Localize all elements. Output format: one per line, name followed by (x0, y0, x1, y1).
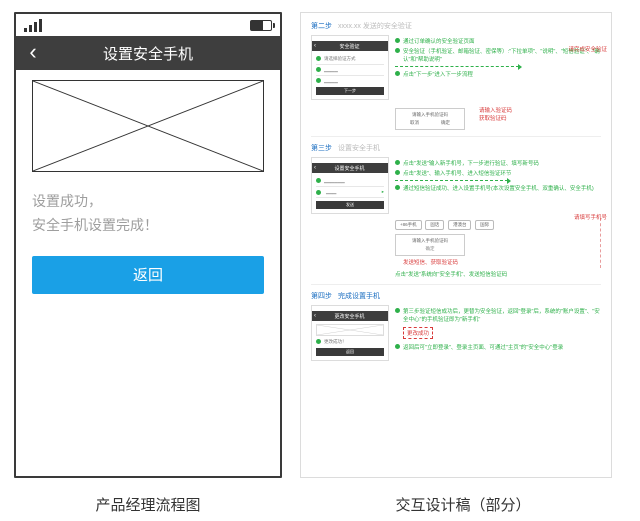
step-label: 第二步 (311, 23, 332, 30)
mini-success-label: 更改成功！ (324, 339, 347, 344)
notes-3: 第三步验证短信成功后，更替为安全验证，返回"登录"后，系统的"账户设置"、"安全… (395, 305, 601, 361)
interaction-spec-panel: 第二步 xxxx.xx 发送的安全验证 ‹ 安全验证 请选择验证方式 ▁▁▁▁ … (300, 12, 612, 478)
mini-phone-2: ‹ 设置安全手机 ▁▁▁▁▁▁ ▁▁▁▸ 发送 (311, 157, 389, 214)
phone-wireframe: ‹ 设置安全手机 设置成功， 安全手机设置完成！ 返回 (14, 12, 282, 478)
mini-title-text: 安全验证 (339, 43, 359, 50)
mini-title-text: 设置安全手机 (334, 165, 364, 172)
modal-ok: 确定 (441, 120, 450, 126)
pill-option: +86手机 (395, 220, 422, 230)
note-text: 通过短信验证成功、进入设置手机号(本次设置安全手机、双重确认、安全手机) (403, 184, 594, 192)
spec-heading-3: 第四步 完成设置手机 (311, 291, 601, 301)
success-message: 设置成功， 安全手机设置完成！ (32, 190, 264, 238)
captions: 产品经理流程图 交互设计稿（部分） (0, 494, 640, 515)
mini-modal-1: 请输入手机验证码 取消 确定 (395, 108, 465, 130)
title-bar: ‹ 设置安全手机 (16, 36, 280, 70)
back-button[interactable]: 返回 (32, 256, 264, 294)
step-label: 第四步 (311, 293, 332, 300)
image-placeholder (32, 80, 264, 172)
success-line-2: 安全手机设置完成！ (32, 214, 264, 238)
step-title: 完成设置手机 (338, 293, 380, 300)
bullet-icon (316, 56, 321, 61)
note-text: 点击"发送"输入新手机号，下一步进行验证、填写新号码 (403, 159, 539, 167)
red-annotation: 请输入验证码获取验证码 (479, 106, 601, 122)
mini-list-label: 请选择验证方式 (324, 56, 356, 61)
mini-phone-1: ‹ 安全验证 请选择验证方式 ▁▁▁▁ ▁▁▁▁ 下一步 (311, 35, 389, 100)
pill-option: 港澳台 (448, 220, 472, 230)
note-text: 返回后可"立即登录"、登录主页面、可通过"主页"的"安全中心"登录 (403, 343, 563, 351)
caption-left: 产品经理流程图 (14, 494, 282, 515)
chevron-left-icon: ‹ (312, 43, 316, 49)
error-annotation: 请填写手机号 (574, 213, 607, 221)
mini-send-button: 发送 (316, 201, 384, 209)
phone-body: 设置成功， 安全手机设置完成！ 返回 (16, 70, 280, 476)
flow-arrow-icon (395, 66, 519, 67)
mini-modal-2: 请输入手机验证码 确定 (395, 234, 465, 256)
back-chevron-icon[interactable]: ‹ (16, 36, 50, 70)
battery-icon (250, 20, 272, 31)
spec-block-2: ‹ 设置安全手机 ▁▁▁▁▁▁ ▁▁▁▸ 发送 点击"发送"输入新手机号，下一步… (311, 157, 601, 214)
spec-block-3: ‹ 更改安全手机 更改成功！ 返回 第三步验证短信成功后，更替为安全验证，返回"… (311, 305, 601, 361)
page-title: 设置安全手机 (16, 43, 280, 64)
error-annotation: 请完成安全验证 (568, 45, 607, 53)
flow-arrow-icon (395, 180, 508, 181)
note-text: 通过订单确认的安全验证页面 (403, 37, 475, 45)
modal-text: 请输入手机验证码 (399, 238, 461, 244)
step-label: 第三步 (311, 145, 332, 152)
pill-option: 国际 (475, 220, 494, 230)
pill-group: +86手机 固话 港澳台 国际 (395, 218, 594, 230)
step-title: xxxx.xx 发送的安全验证 (338, 23, 412, 30)
pill-option: 固话 (425, 220, 444, 230)
caption-right: 交互设计稿（部分） (300, 494, 626, 515)
notes-2: 点击"发送"输入新手机号，下一步进行验证、填写新号码 点击"发送"、输入手机号、… (395, 157, 601, 214)
note-text: 点击"发送"、输入手机号、进入短信验证环节 (403, 169, 511, 177)
success-line-1: 设置成功， (32, 190, 264, 214)
modal-text: 请输入手机验证码 (399, 112, 461, 118)
note-text: 点击"下一步"进入下一步流程 (403, 70, 473, 78)
note-text: 第三步验证短信成功后，更替为安全验证，返回"登录"后，系统的"账户设置"、"安全… (403, 307, 601, 323)
mini-return-button: 返回 (316, 348, 384, 356)
spec-block-1: ‹ 安全验证 请选择验证方式 ▁▁▁▁ ▁▁▁▁ 下一步 通过订单确认的安全验证… (311, 35, 601, 100)
spec-heading-1: 第二步 xxxx.xx 发送的安全验证 (311, 21, 601, 31)
back-button-label: 返回 (133, 264, 163, 285)
modal-cancel: 取消 (410, 120, 419, 126)
mini-next-button: 下一步 (316, 87, 384, 95)
status-bar (16, 14, 280, 36)
signal-icon (24, 18, 42, 32)
vertical-flow-line (600, 218, 601, 268)
red-annotation: 发送短信、获取验证码 (403, 258, 594, 266)
step-title: 设置安全手机 (338, 145, 380, 152)
mini-phone-3: ‹ 更改安全手机 更改成功！ 返回 (311, 305, 389, 361)
spec-heading-2: 第三步 设置安全手机 (311, 143, 601, 153)
error-annotation: 更改成功 (403, 327, 433, 339)
mini-title-text: 更改安全手机 (334, 313, 364, 320)
note-text: 点击"发送"系统向"安全手机"、发送短信验证码 (395, 270, 507, 278)
